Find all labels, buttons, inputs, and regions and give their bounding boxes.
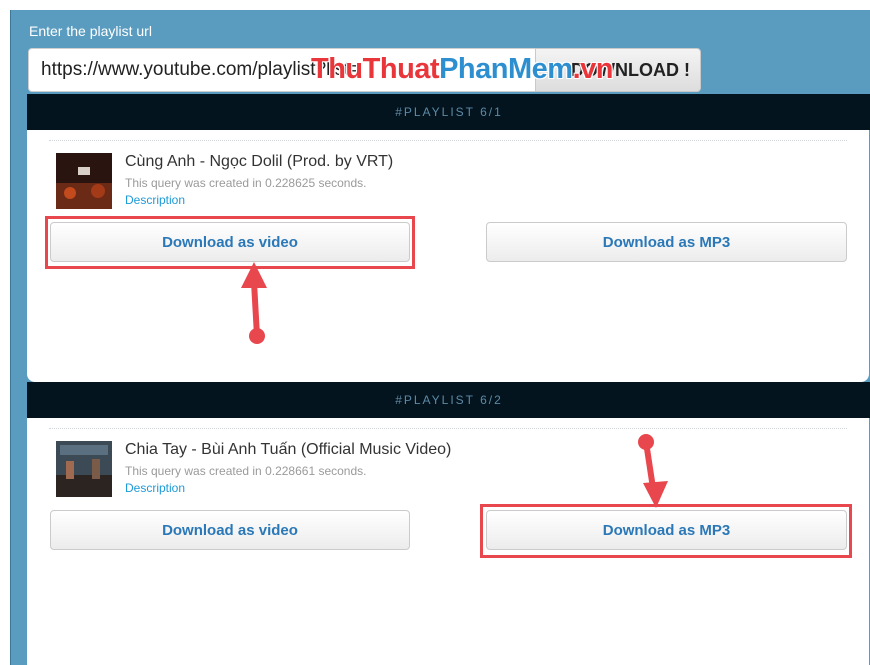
arrow-up-icon: [241, 262, 267, 344]
annotation-arrows: [241, 262, 668, 508]
arrow-down-icon: [638, 434, 668, 508]
